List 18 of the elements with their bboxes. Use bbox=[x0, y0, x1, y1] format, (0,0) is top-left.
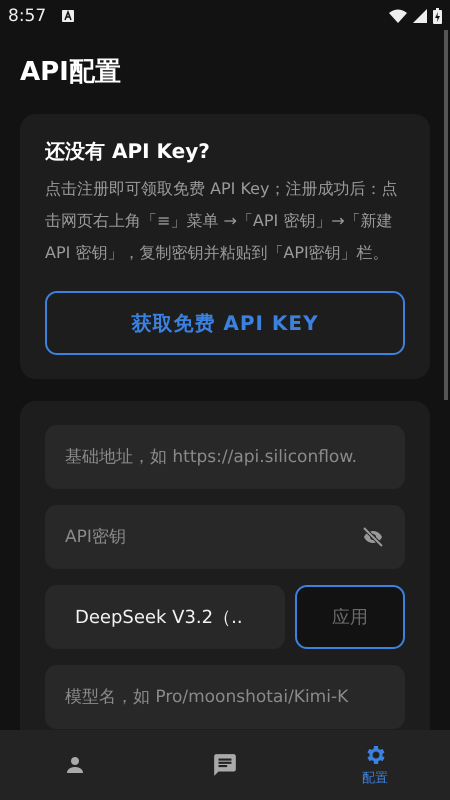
page-title: API配置 bbox=[20, 56, 122, 89]
wifi-icon bbox=[389, 9, 407, 23]
api-key-field[interactable]: API密钥 bbox=[45, 505, 405, 569]
card-heading: 还没有 API Key? bbox=[45, 138, 211, 165]
signal-icon bbox=[413, 9, 427, 23]
notification-icon bbox=[62, 10, 74, 22]
message-icon bbox=[212, 752, 238, 778]
nav-label: 配置 bbox=[362, 769, 388, 787]
model-name-field[interactable]: 模型名，如 Pro/moonshotai/Kimi-K bbox=[45, 665, 405, 729]
battery-icon bbox=[433, 8, 442, 24]
eye-off-icon[interactable] bbox=[361, 525, 385, 549]
instructions-text: 点击注册即可领取免费 API Key；注册成功后：点击网页右上角「≡」菜单 →「API 密钥」→「新建 API 密钥」，复制密钥并粘贴到「API密钥」栏。 bbox=[45, 178, 398, 264]
nav-tab[interactable]: 配置 bbox=[300, 730, 450, 800]
get-free-key-button[interactable]: 获取免费 API KEY bbox=[45, 291, 405, 355]
apply-button[interactable]: 应用 bbox=[295, 585, 405, 649]
status-time: 8:57 bbox=[8, 6, 46, 26]
base-url-field[interactable]: 基础地址，如 https://api.siliconflow. bbox=[45, 425, 405, 489]
model-preset-field[interactable]: DeepSeek V3.2（.. bbox=[45, 585, 285, 649]
